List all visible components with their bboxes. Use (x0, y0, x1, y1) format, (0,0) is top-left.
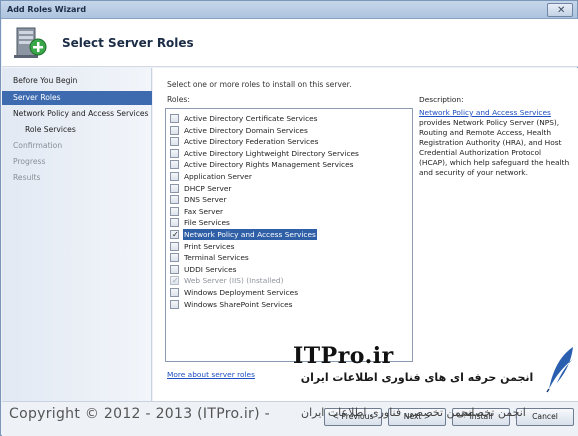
role-checkbox-disabled: ✓ (170, 276, 179, 286)
description-link[interactable]: Network Policy and Access Services (419, 108, 551, 117)
role-label: File Services (184, 218, 230, 228)
role-ad-lightweight[interactable]: Active Directory Lightweight Directory S… (170, 148, 408, 159)
quill-icon (546, 347, 573, 393)
role-label: Fax Server (184, 206, 224, 216)
role-windows-sharepoint[interactable]: Windows SharePoint Services (170, 299, 408, 310)
role-label: DNS Server (184, 195, 227, 205)
wizard-steps-nav: Before You Begin Server Roles Network Po… (2, 68, 152, 401)
role-ad-domain[interactable]: Active Directory Domain Services (170, 125, 408, 136)
role-ad-certificate[interactable]: Active Directory Certificate Services (170, 113, 408, 124)
role-checkbox[interactable] (170, 195, 179, 205)
role-terminal-services[interactable]: Terminal Services (170, 252, 408, 263)
role-checkbox[interactable] (170, 172, 179, 181)
role-checkbox-checked[interactable]: ✓ (170, 230, 179, 239)
role-checkbox[interactable] (170, 125, 179, 135)
logo-tagline: انجمن حرفه ای های فناوری اطلاعات ایران (300, 371, 534, 384)
role-print-services[interactable]: Print Services (170, 241, 408, 252)
description-text: provides Network Policy Server (NPS), Ro… (419, 118, 570, 177)
server-roles-icon (14, 27, 47, 58)
checkmark-icon: ✓ (172, 230, 179, 239)
nav-step-role-services[interactable]: Role Services (2, 123, 152, 137)
role-application-server[interactable]: Application Server (170, 171, 408, 182)
role-windows-deployment[interactable]: Windows Deployment Services (170, 287, 408, 298)
nav-step-server-roles[interactable]: Server Roles (2, 91, 152, 105)
role-label: Print Services (184, 241, 235, 251)
role-label: Windows Deployment Services (184, 288, 299, 297)
role-label: Web Server (IIS) (Installed) (184, 276, 284, 286)
role-checkbox[interactable] (170, 253, 179, 263)
window-title: Add Roles Wizard (7, 5, 87, 14)
role-ad-rights[interactable]: Active Directory Rights Management Servi… (170, 159, 408, 170)
role-checkbox[interactable] (170, 160, 179, 170)
nav-step-progress: Progress (13, 157, 46, 166)
role-label: Active Directory Domain Services (184, 125, 308, 135)
watermark-persian-text-2: انجمن تخصصی (456, 406, 526, 419)
logo-brand: ITPro.ir (293, 343, 394, 369)
role-label: Active Directory Certificate Services (184, 114, 318, 123)
itpro-logo: ITPro.ir انجمن حرفه ای های فناوری اطلاعا… (293, 343, 577, 395)
role-dns-server[interactable]: DNS Server (170, 194, 408, 205)
nav-step-confirmation: Confirmation (13, 141, 63, 150)
role-checkbox[interactable] (170, 288, 179, 297)
nav-step-results: Results (13, 173, 41, 182)
role-file-services[interactable]: File Services (170, 217, 408, 228)
role-checkbox[interactable] (170, 241, 179, 251)
role-dhcp-server[interactable]: DHCP Server (170, 183, 408, 194)
role-checkbox[interactable] (170, 206, 179, 216)
nav-step-npas[interactable]: Network Policy and Access Services (2, 107, 152, 121)
role-label: DHCP Server (184, 183, 232, 193)
role-label: Active Directory Lightweight Directory S… (184, 148, 359, 158)
add-roles-wizard-window: Add Roles Wizard ✕ Select Server Roles B… (0, 0, 578, 436)
role-checkbox[interactable] (170, 114, 179, 123)
close-icon: ✕ (557, 5, 566, 16)
role-label: Windows SharePoint Services (184, 299, 293, 309)
instruction-text: Select one or more roles to install on t… (167, 80, 352, 89)
roles-list[interactable]: Active Directory Certificate Services Ac… (165, 108, 413, 362)
role-fax-server[interactable]: Fax Server (170, 206, 408, 217)
role-label: Application Server (184, 172, 252, 181)
title-bar[interactable]: Add Roles Wizard ✕ (1, 1, 577, 19)
role-label: Terminal Services (184, 253, 249, 263)
role-checkbox[interactable] (170, 218, 179, 228)
role-label: Active Directory Rights Management Servi… (184, 160, 354, 170)
role-checkbox[interactable] (170, 264, 179, 274)
role-label: Network Policy and Access Services (183, 229, 317, 240)
page-title: Select Server Roles (62, 36, 194, 50)
role-checkbox[interactable] (170, 183, 179, 193)
role-web-server-iis: ✓ Web Server (IIS) (Installed) (170, 275, 408, 286)
roles-label: Roles: (167, 95, 190, 104)
role-checkbox[interactable] (170, 137, 179, 147)
role-label: Active Directory Federation Services (184, 137, 319, 147)
role-label: UDDI Services (184, 264, 237, 274)
close-button[interactable]: ✕ (547, 3, 573, 17)
description-body: Network Policy and Access Services provi… (419, 108, 571, 178)
role-network-policy[interactable]: ✓ Network Policy and Access Services (170, 229, 408, 240)
copyright-watermark: Copyright © 2012 - 2013 (ITPro.ir) - (9, 406, 270, 422)
more-about-server-roles-link[interactable]: More about server roles (167, 370, 255, 379)
role-checkbox[interactable] (170, 299, 179, 309)
wizard-header: Select Server Roles (2, 19, 578, 67)
description-panel: Description: Network Policy and Access S… (419, 95, 571, 178)
role-checkbox[interactable] (170, 148, 179, 158)
role-uddi-services[interactable]: UDDI Services (170, 264, 408, 275)
role-ad-federation[interactable]: Active Directory Federation Services (170, 136, 408, 147)
watermark-persian-text: انجمن تخصصی فناوری اطلاعات ایران (301, 406, 475, 419)
nav-step-before-you-begin[interactable]: Before You Begin (2, 74, 152, 88)
checkmark-icon: ✓ (172, 276, 179, 286)
description-heading: Description: (419, 95, 464, 104)
